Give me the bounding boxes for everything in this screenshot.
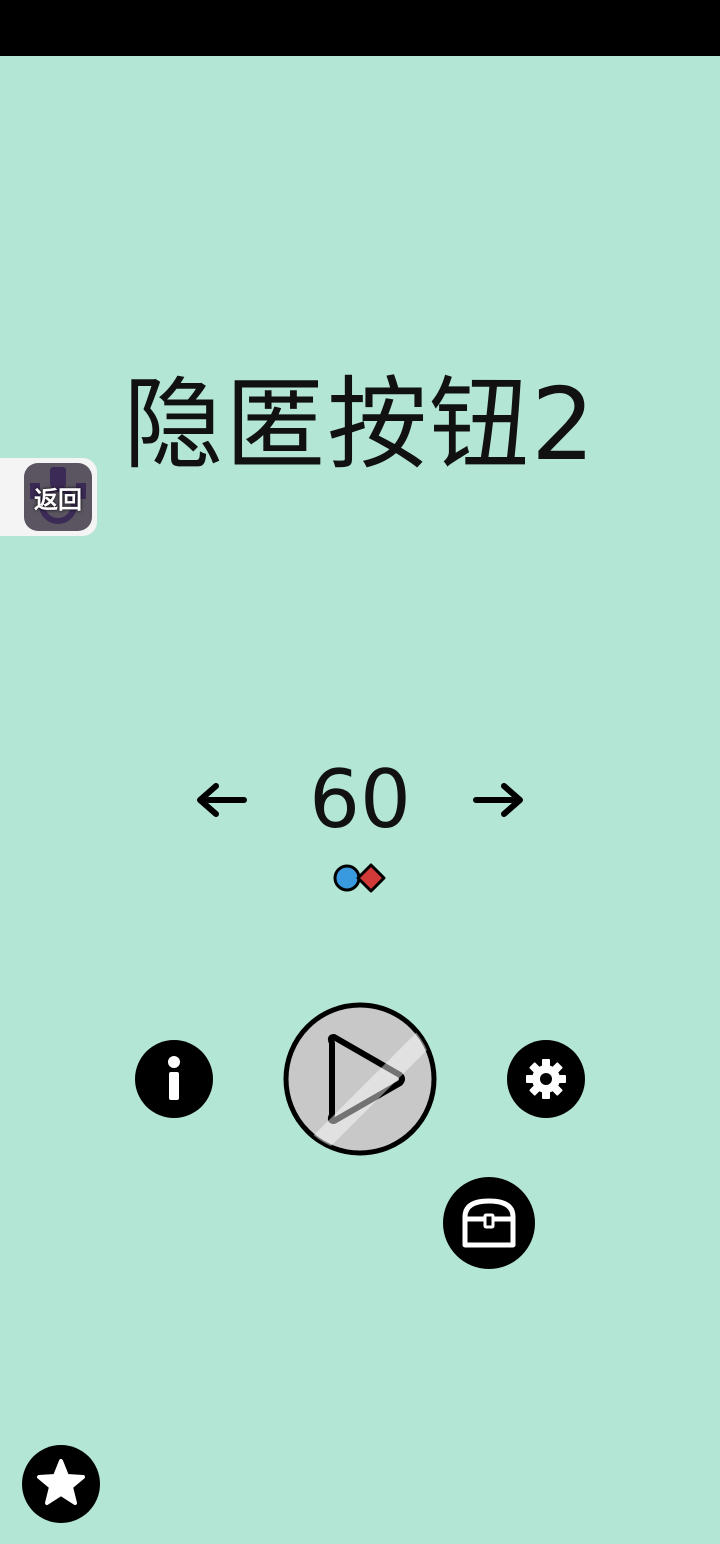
status-bar: [0, 0, 720, 56]
gems-icon: [333, 863, 386, 893]
gear-icon: [526, 1059, 566, 1099]
next-level-button[interactable]: [465, 760, 535, 840]
arrow-left-icon: [197, 783, 247, 817]
back-button-label: 返回: [34, 485, 82, 514]
star-icon: [37, 1459, 85, 1505]
arrow-right-icon: [473, 783, 523, 817]
treasure-chest-icon: [462, 1198, 516, 1248]
info-icon: [168, 1056, 180, 1100]
settings-button[interactable]: [507, 1040, 585, 1118]
prev-level-button[interactable]: [185, 760, 255, 840]
back-button[interactable]: 返回: [24, 463, 92, 531]
play-icon: [283, 1002, 437, 1156]
chest-button[interactable]: [443, 1177, 535, 1269]
info-button[interactable]: [135, 1040, 213, 1118]
favorites-button[interactable]: [22, 1445, 100, 1523]
game-title: 隐匿按钮2: [123, 366, 597, 483]
level-number: 60: [309, 753, 411, 846]
play-button[interactable]: [282, 1001, 438, 1157]
